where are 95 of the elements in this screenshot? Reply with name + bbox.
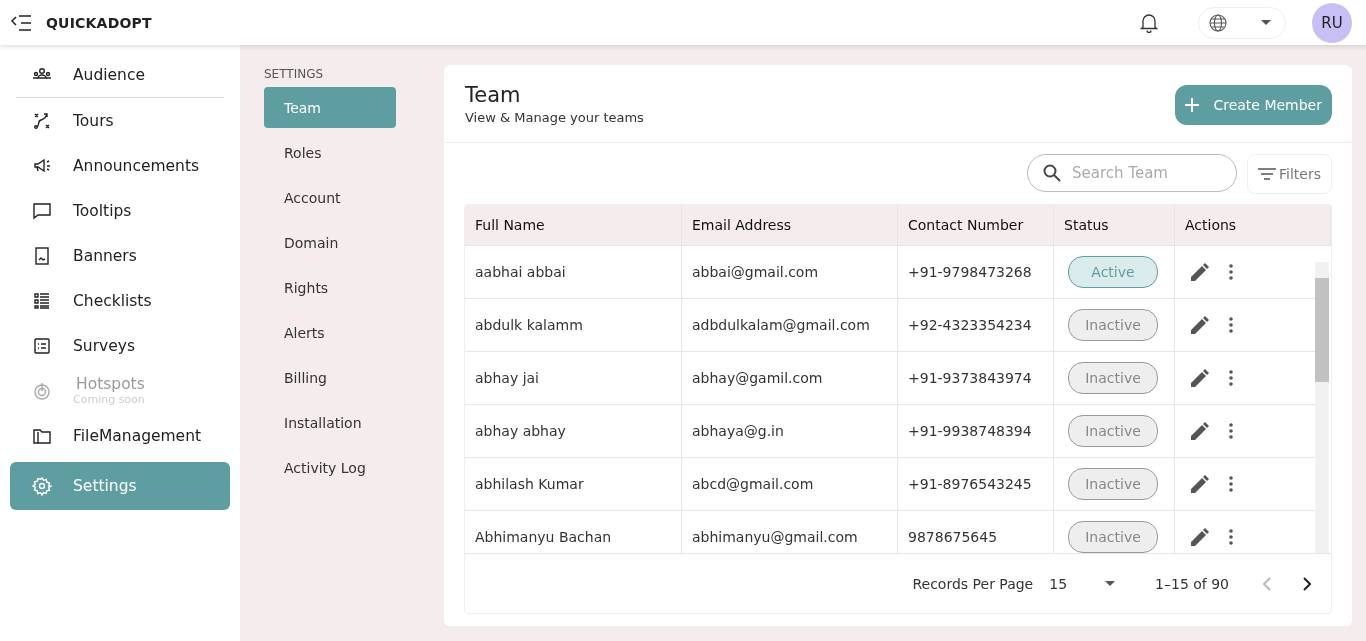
column-header: Email Address: [682, 205, 898, 245]
table-cell: abhay@gamil.com: [682, 352, 898, 404]
table-cell: abdulk kalamm: [465, 299, 682, 351]
pencil-icon[interactable]: [1191, 369, 1209, 387]
table-cell: abhay jai: [465, 352, 682, 404]
status-badge: Inactive: [1068, 309, 1158, 341]
menu-collapse-icon[interactable]: [10, 13, 32, 32]
hotspot-icon: [32, 380, 52, 401]
records-per-page-label: Records Per Page: [912, 575, 1034, 592]
more-options-icon[interactable]: [1229, 317, 1233, 333]
table-cell: Abhimanyu Bachan: [465, 511, 682, 553]
search-icon: [1043, 164, 1062, 182]
page-range: 1–15 of 90: [1155, 575, 1229, 592]
filter-icon: [1258, 168, 1277, 180]
table-cell: abcd@gmail.com: [682, 458, 898, 510]
table-cell: abhimanyu@gmail.com: [682, 511, 898, 553]
scrollbar[interactable]: [1315, 262, 1329, 553]
status-badge: Active: [1068, 256, 1158, 288]
more-options-icon[interactable]: [1229, 370, 1233, 386]
settings-nav-item[interactable]: Activity Log: [264, 447, 396, 488]
status-badge: Inactive: [1068, 362, 1158, 394]
caret-icon: [1105, 580, 1116, 587]
table-cell: abhay abhay: [465, 405, 682, 457]
per-page-dropdown[interactable]: 15: [1047, 575, 1118, 592]
status-badge: Inactive: [1068, 521, 1158, 553]
panel-subtitle: View & Manage your teams: [465, 110, 644, 125]
table-cell: abhaya@g.in: [682, 405, 898, 457]
globe-icon: [1209, 13, 1227, 32]
table-cell: aabhai abbai: [465, 246, 682, 298]
pencil-icon[interactable]: [1191, 263, 1209, 281]
column-header: Status: [1054, 205, 1175, 245]
sidebar-item-label: FileManagement: [73, 426, 202, 445]
sidebar-item-label: Announcements: [73, 156, 200, 175]
table-cell: +92-4323354234: [898, 299, 1054, 351]
table-cell: abbai@gmail.com: [682, 246, 898, 298]
table-cell: 9878675645: [898, 511, 1054, 553]
filters-button[interactable]: Filters: [1247, 154, 1332, 194]
pencil-icon[interactable]: [1191, 475, 1209, 493]
settings-nav-item[interactable]: Roles: [264, 132, 396, 173]
checklist-icon: [32, 290, 52, 311]
sidebar-item[interactable]: Surveys: [10, 323, 230, 368]
caret-icon: [1261, 19, 1271, 26]
search-field[interactable]: Search Team: [1027, 154, 1238, 192]
pencil-icon[interactable]: [1191, 528, 1209, 546]
speech-bubble-icon: [32, 200, 52, 221]
table-cell: +91-9938748394: [898, 405, 1054, 457]
settings-nav-item[interactable]: Account: [264, 177, 396, 218]
settings-nav-item[interactable]: Billing: [264, 357, 396, 398]
table-cell: abhilash Kumar: [465, 458, 682, 510]
more-options-icon[interactable]: [1229, 423, 1233, 439]
sidebar-item[interactable]: Tooltips: [10, 188, 230, 233]
table-cell: adbdulkalam@gmail.com: [682, 299, 898, 351]
sidebar-item[interactable]: Tours: [10, 98, 230, 143]
sidebar-item[interactable]: Announcements: [10, 143, 230, 188]
status-badge: Inactive: [1068, 468, 1158, 500]
language-selector[interactable]: [1198, 6, 1286, 39]
settings-nav-item[interactable]: Installation: [264, 402, 396, 443]
next-page-icon[interactable]: [1303, 576, 1311, 591]
settings-nav-item[interactable]: Alerts: [264, 312, 396, 353]
more-options-icon[interactable]: [1229, 476, 1233, 492]
sidebar-item[interactable]: FileManagement: [10, 413, 230, 458]
sidebar-item-label: Tours: [73, 111, 114, 130]
sidebar-item-label: Checklists: [73, 291, 152, 310]
sidebar-item-label: Hotspots: [76, 375, 145, 393]
sidebar-item[interactable]: Banners: [10, 233, 230, 278]
more-options-icon[interactable]: [1229, 264, 1233, 280]
panel-title: Team: [465, 83, 522, 107]
settings-nav-item[interactable]: Rights: [264, 267, 396, 308]
table-cell: +91-9798473268: [898, 246, 1054, 298]
settings-icon: [32, 476, 52, 496]
sidebar-item[interactable]: Checklists: [10, 278, 230, 323]
pencil-icon[interactable]: [1191, 316, 1209, 334]
table-cell: +91-8976543245: [898, 458, 1054, 510]
settings-nav-item[interactable]: Domain: [264, 222, 396, 263]
plus-icon: [1185, 97, 1200, 112]
brand-name: QUICKADOPT: [46, 14, 152, 31]
sidebar-item-label: Tooltips: [73, 201, 132, 220]
settings-heading: SETTINGS: [264, 67, 325, 81]
sidebar-item-label: Surveys: [73, 336, 135, 355]
sidebar-item-label: Banners: [73, 246, 137, 265]
sidebar-item-label: Audience: [73, 65, 145, 84]
table-cell: +91-9373843974: [898, 352, 1054, 404]
list-icon: [32, 335, 52, 356]
notification-bell-icon[interactable]: [1140, 12, 1158, 33]
pencil-icon[interactable]: [1191, 422, 1209, 440]
column-header: Full Name: [465, 205, 682, 245]
sidebar-item-label: Settings: [73, 477, 137, 495]
column-header: Contact Number: [898, 205, 1054, 245]
column-header: Actions: [1175, 205, 1331, 245]
status-badge: Inactive: [1068, 415, 1158, 447]
image-icon: [32, 245, 52, 266]
user-avatar[interactable]: RU: [1312, 2, 1352, 43]
route-icon: [32, 110, 52, 131]
sidebar-item[interactable]: Audience: [10, 52, 230, 97]
more-options-icon[interactable]: [1229, 529, 1233, 545]
